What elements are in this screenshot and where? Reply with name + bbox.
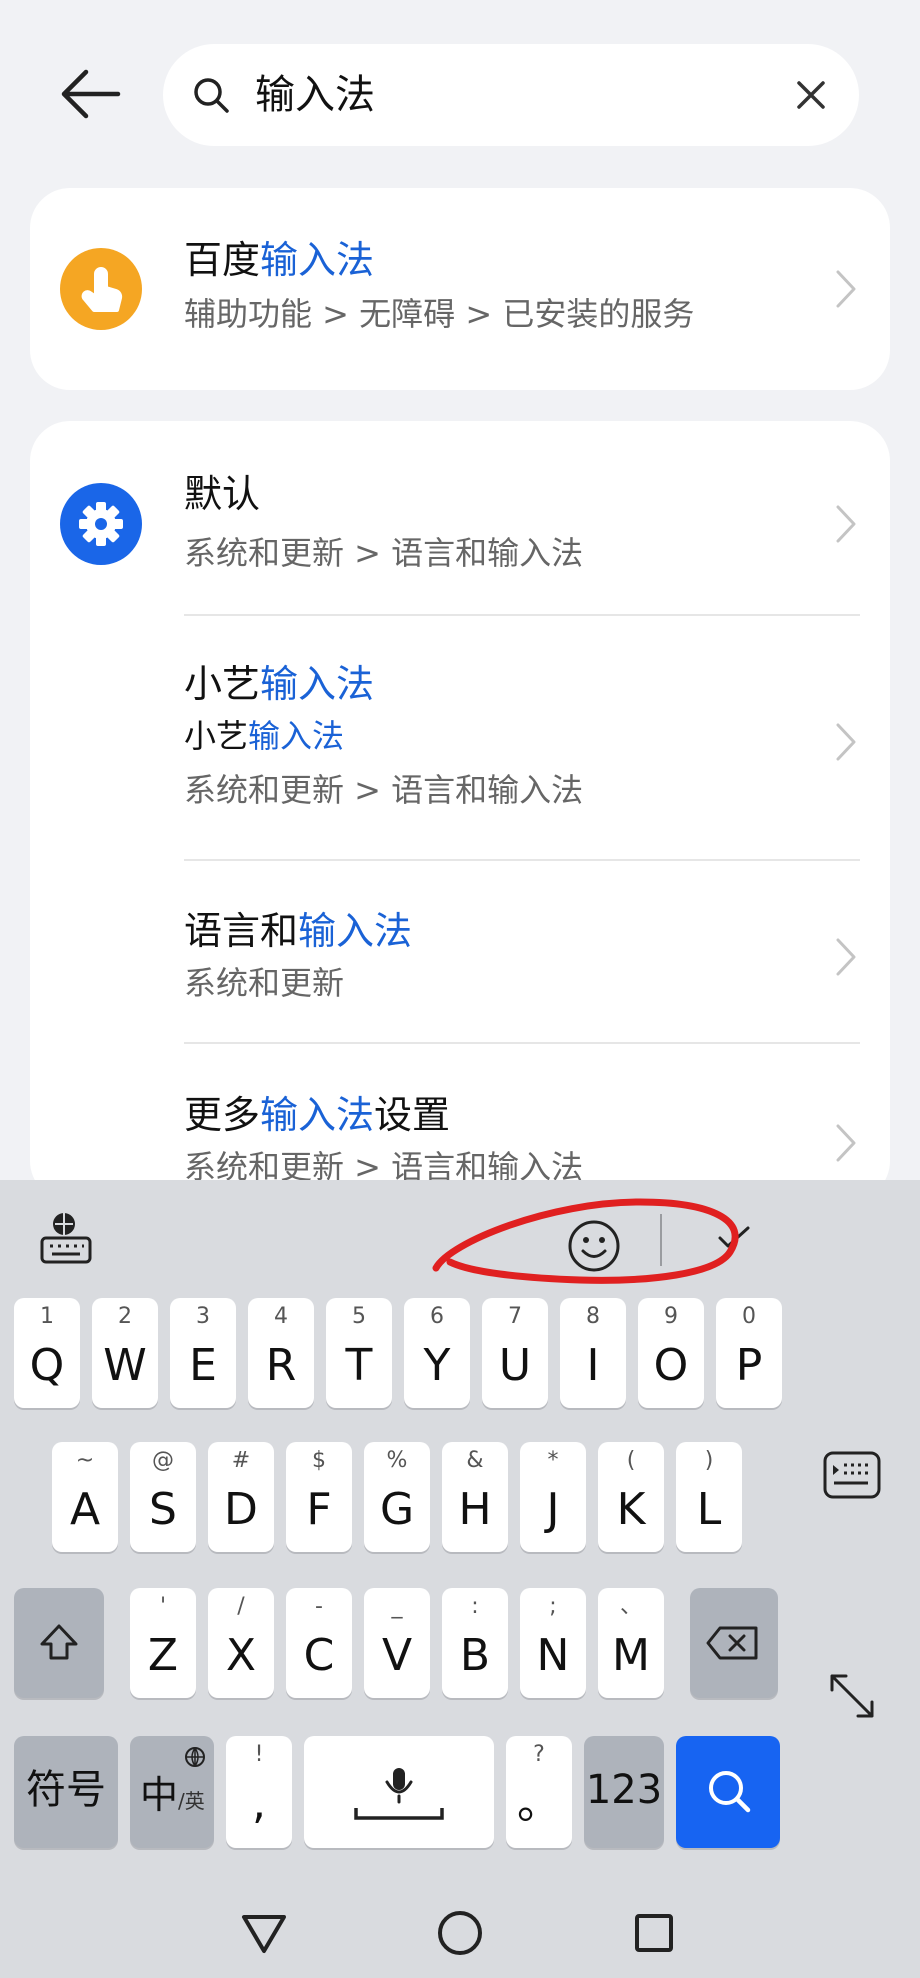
- result-title: 默认: [184, 472, 261, 516]
- result-item-language-input[interactable]: 语言和输入法 系统和更新: [30, 861, 890, 1042]
- key-l[interactable]: ) L: [676, 1442, 742, 1552]
- language-switch-key[interactable]: 中 /英: [130, 1736, 214, 1848]
- backspace-icon: [706, 1626, 758, 1660]
- key-f[interactable]: $ F: [286, 1442, 352, 1552]
- result-title: 百度输入法: [184, 238, 375, 282]
- search-key[interactable]: [676, 1736, 780, 1848]
- result-title: 小艺输入法: [184, 662, 375, 706]
- back-arrow-icon: [61, 69, 121, 119]
- numbers-key[interactable]: 123: [584, 1736, 664, 1848]
- key-i[interactable]: 8I: [560, 1298, 626, 1408]
- result-path: 系统和更新: [184, 964, 345, 1002]
- key-y[interactable]: 6Y: [404, 1298, 470, 1408]
- result-path: 系统和更新 > 语言和输入法: [184, 771, 584, 809]
- result-subtitle: 小艺输入法: [184, 717, 345, 755]
- result-title: 语言和输入法: [184, 909, 413, 953]
- result-item-default[interactable]: 默认 系统和更新 > 语言和输入法: [30, 421, 890, 614]
- chevron-right-icon: [836, 270, 856, 308]
- result-card: 默认 系统和更新 > 语言和输入法 小艺输入法 小艺输入法 系统和更新 > 语言…: [30, 421, 890, 1201]
- chevron-right-icon: [836, 938, 856, 976]
- chevron-right-icon: [836, 723, 856, 761]
- key-w[interactable]: 2W: [92, 1298, 158, 1408]
- key-t[interactable]: 5T: [326, 1298, 392, 1408]
- shift-arrow-icon: [40, 1624, 78, 1660]
- touch-hand-icon: [81, 267, 123, 312]
- key-m[interactable]: 、 M: [598, 1588, 664, 1698]
- key-u[interactable]: 7U: [482, 1298, 548, 1408]
- keyboard-language-icon[interactable]: [38, 1210, 96, 1268]
- result-item-celia[interactable]: 小艺输入法 小艺输入法 系统和更新 > 语言和输入法: [30, 616, 890, 859]
- lang-english-label: /英: [178, 1789, 205, 1813]
- resize-keyboard-icon[interactable]: [826, 1670, 878, 1722]
- back-nav-icon[interactable]: [234, 1903, 294, 1963]
- home-nav-icon[interactable]: [430, 1903, 490, 1963]
- lang-chinese-label: 中: [140, 1773, 179, 1817]
- result-item-more-input-settings[interactable]: 更多输入法设置 系统和更新 > 语言和输入法: [30, 1044, 890, 1201]
- key-p[interactable]: 0P: [716, 1298, 782, 1408]
- soft-keyboard: 1Q 2W 3E 4R 5T 6Y 7U 8I 9O 0P ~ A @ S # D $…: [0, 1180, 920, 1978]
- search-bar[interactable]: 输入法: [163, 44, 859, 146]
- clear-search-icon[interactable]: [791, 75, 831, 115]
- key-d[interactable]: # D: [208, 1442, 274, 1552]
- keyboard-mode-icon[interactable]: [822, 1450, 882, 1500]
- baidu-input-app-icon: [60, 248, 142, 330]
- result-path: 辅助功能 > 无障碍 > 已安装的服务: [184, 295, 695, 333]
- key-s[interactable]: @ S: [130, 1442, 196, 1552]
- microphone-icon: [354, 1768, 444, 1820]
- result-item-baidu[interactable]: 百度输入法 辅助功能 > 无障碍 > 已安装的服务: [30, 188, 890, 390]
- result-title: 更多输入法设置: [184, 1093, 451, 1137]
- key-r[interactable]: 4R: [248, 1298, 314, 1408]
- shift-key[interactable]: [14, 1588, 104, 1698]
- search-input[interactable]: 输入法: [255, 68, 375, 122]
- key-c[interactable]: -C: [286, 1588, 352, 1698]
- globe-icon: [185, 1747, 205, 1767]
- comma-key[interactable]: !,: [226, 1736, 292, 1848]
- backspace-key[interactable]: [690, 1588, 778, 1698]
- back-button[interactable]: [52, 56, 132, 136]
- chevron-right-icon: [836, 1124, 856, 1162]
- key-a[interactable]: ~ A: [52, 1442, 118, 1552]
- key-b[interactable]: :B: [442, 1588, 508, 1698]
- key-k[interactable]: (K: [598, 1442, 664, 1552]
- chevron-right-icon: [836, 505, 856, 543]
- key-h[interactable]: & H: [442, 1442, 508, 1552]
- result-path: 系统和更新 > 语言和输入法: [184, 534, 584, 572]
- red-circle-annotation: [432, 1198, 739, 1284]
- result-card: 百度输入法 辅助功能 > 无障碍 > 已安装的服务: [30, 188, 890, 390]
- gear-icon: [79, 502, 123, 546]
- period-key[interactable]: ?。: [506, 1736, 572, 1848]
- key-q[interactable]: 1Q: [14, 1298, 80, 1408]
- key-j[interactable]: * J: [520, 1442, 586, 1552]
- key-o[interactable]: 9O: [638, 1298, 704, 1408]
- key-g[interactable]: % G: [364, 1442, 430, 1552]
- search-icon: [194, 78, 229, 113]
- search-icon: [709, 1771, 751, 1813]
- key-z[interactable]: ' Z: [130, 1588, 196, 1698]
- key-n[interactable]: ; N: [520, 1588, 586, 1698]
- recents-nav-icon[interactable]: [624, 1903, 684, 1963]
- key-x[interactable]: / X: [208, 1588, 274, 1698]
- symbols-key[interactable]: 符号: [14, 1736, 118, 1848]
- settings-app-icon: [60, 483, 142, 565]
- space-key[interactable]: [304, 1736, 494, 1848]
- key-e[interactable]: 3E: [170, 1298, 236, 1408]
- key-v[interactable]: _ V: [364, 1588, 430, 1698]
